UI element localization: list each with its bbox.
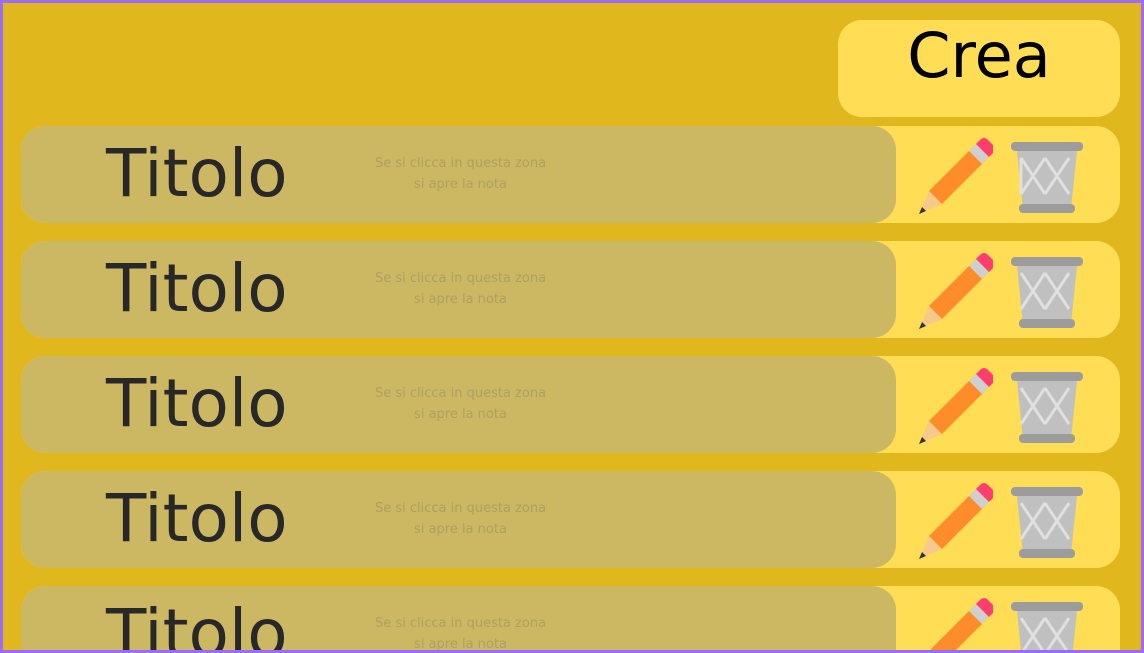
delete-note-button[interactable] bbox=[1011, 481, 1083, 561]
note-row: Titolo Se si clicca in questa zona si ap… bbox=[21, 126, 1120, 223]
trash-icon bbox=[1011, 372, 1083, 443]
note-hint: Se si clicca in questa zona si apre la n… bbox=[363, 268, 558, 310]
note-hint-line: si apre la nota bbox=[414, 522, 507, 537]
pencil-icon bbox=[919, 368, 993, 444]
app-window: Crea Titolo Se si clicca in questa zona … bbox=[0, 0, 1144, 653]
edit-note-button[interactable] bbox=[911, 249, 993, 331]
note-open-area[interactable]: Titolo Se si clicca in questa zona si ap… bbox=[21, 471, 896, 568]
pencil-icon bbox=[919, 483, 993, 559]
note-hint: Se si clicca in questa zona si apre la n… bbox=[363, 613, 558, 652]
pencil-icon bbox=[919, 138, 993, 214]
note-row: Titolo Se si clicca in questa zona si ap… bbox=[21, 356, 1120, 453]
delete-note-button[interactable] bbox=[1011, 136, 1083, 216]
pencil-icon bbox=[919, 253, 993, 329]
note-title: Titolo bbox=[106, 250, 288, 327]
note-hint: Se si clicca in questa zona si apre la n… bbox=[363, 153, 558, 195]
note-open-area[interactable]: Titolo Se si clicca in questa zona si ap… bbox=[21, 241, 896, 338]
note-row: Titolo Se si clicca in questa zona si ap… bbox=[21, 586, 1120, 653]
edit-note-button[interactable] bbox=[911, 594, 993, 650]
note-open-area[interactable]: Titolo Se si clicca in questa zona si ap… bbox=[21, 356, 896, 453]
note-open-area[interactable]: Titolo Se si clicca in questa zona si ap… bbox=[21, 586, 896, 653]
note-row: Titolo Se si clicca in questa zona si ap… bbox=[21, 471, 1120, 568]
delete-note-button[interactable] bbox=[1011, 596, 1083, 650]
note-hint-line: Se si clicca in questa zona bbox=[374, 616, 547, 631]
note-hint-line: si apre la nota bbox=[414, 637, 507, 652]
note-open-area[interactable]: Titolo Se si clicca in questa zona si ap… bbox=[21, 126, 896, 223]
note-list: Titolo Se si clicca in questa zona si ap… bbox=[3, 3, 1141, 650]
note-title: Titolo bbox=[106, 135, 288, 212]
note-hint-line: si apre la nota bbox=[414, 177, 507, 192]
note-hint-line: si apre la nota bbox=[414, 292, 507, 307]
delete-note-button[interactable] bbox=[1011, 251, 1083, 331]
note-title: Titolo bbox=[106, 480, 288, 557]
note-title: Titolo bbox=[106, 595, 288, 653]
note-hint-line: Se si clicca in questa zona bbox=[374, 386, 547, 401]
edit-note-button[interactable] bbox=[911, 479, 993, 561]
trash-icon bbox=[1011, 602, 1083, 650]
note-hint: Se si clicca in questa zona si apre la n… bbox=[363, 498, 558, 540]
note-hint: Se si clicca in questa zona si apre la n… bbox=[363, 383, 558, 425]
note-hint-line: Se si clicca in questa zona bbox=[374, 501, 547, 516]
note-hint-line: Se si clicca in questa zona bbox=[374, 156, 547, 171]
trash-icon bbox=[1011, 142, 1083, 213]
note-row: Titolo Se si clicca in questa zona si ap… bbox=[21, 241, 1120, 338]
edit-note-button[interactable] bbox=[911, 134, 993, 216]
delete-note-button[interactable] bbox=[1011, 366, 1083, 446]
note-title: Titolo bbox=[106, 365, 288, 442]
trash-icon bbox=[1011, 487, 1083, 558]
pencil-icon bbox=[930, 598, 993, 650]
edit-note-button[interactable] bbox=[911, 364, 993, 446]
trash-icon bbox=[1011, 257, 1083, 328]
note-hint-line: si apre la nota bbox=[414, 407, 507, 422]
note-hint-line: Se si clicca in questa zona bbox=[374, 271, 547, 286]
